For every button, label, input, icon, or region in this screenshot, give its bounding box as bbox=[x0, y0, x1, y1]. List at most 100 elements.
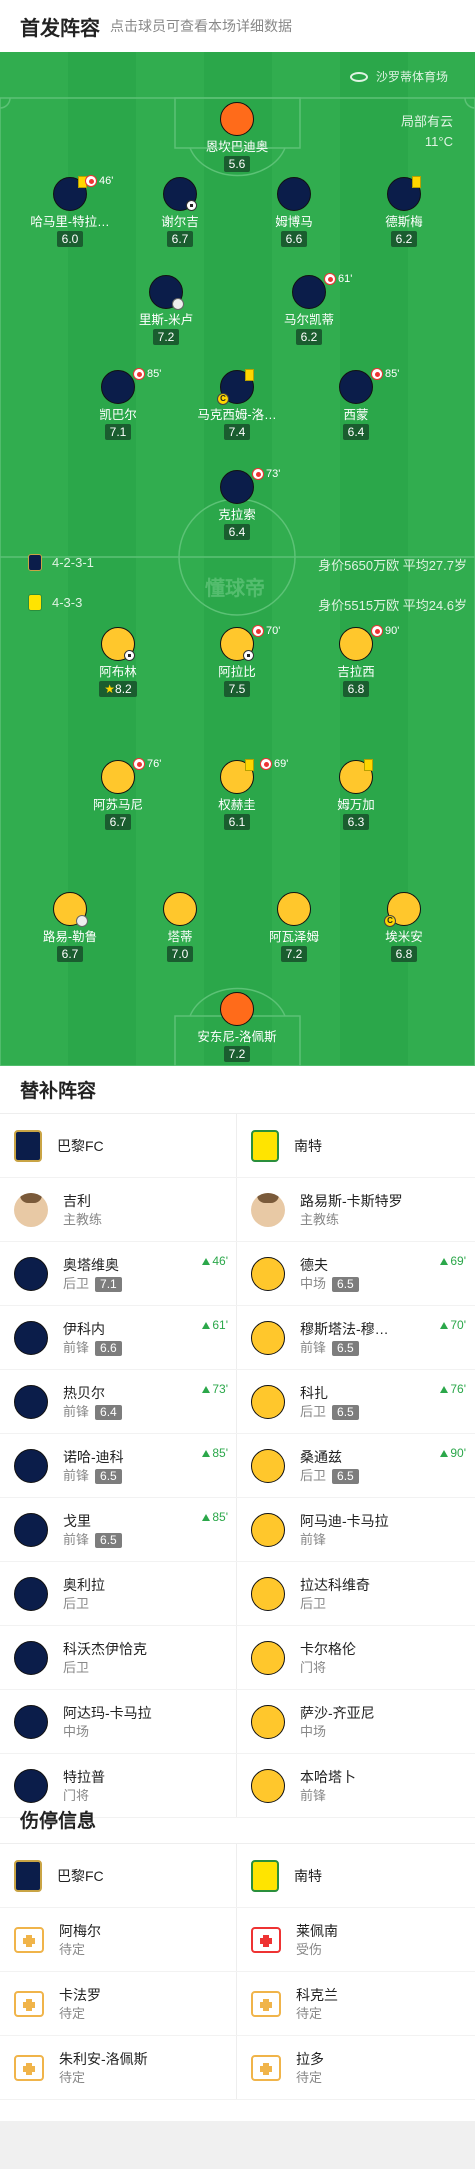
sub-name: 拉达科维奇 bbox=[300, 1576, 370, 1593]
coach-item[interactable]: 吉利 主教练 bbox=[0, 1178, 237, 1241]
home-sub-item[interactable]: 奥塔维奥后卫 7.1 46' bbox=[0, 1242, 237, 1305]
player-card[interactable]: 姆博马 6.6 bbox=[239, 177, 349, 248]
coach-avatar bbox=[14, 1192, 48, 1227]
sub-position: 后卫 7.1 bbox=[63, 1275, 122, 1293]
home-sub-item[interactable]: 戈里 前锋 6.5 85' bbox=[0, 1498, 237, 1561]
player-card[interactable]: 70' 阿拉比 7.5 bbox=[182, 625, 292, 698]
injury-item[interactable]: 阿梅尔 待定 bbox=[0, 1908, 237, 1971]
player-card[interactable]: 路易-勒鲁 6.7 bbox=[15, 892, 125, 963]
away-sub-item[interactable]: 拉达科维奇 后卫 bbox=[237, 1562, 474, 1625]
sub-pos: 后卫 bbox=[300, 1403, 327, 1419]
player-rating: ★8.2 bbox=[99, 681, 137, 697]
sub-off-marker: 76' bbox=[133, 758, 161, 770]
injury-item[interactable]: 卡法罗 待定 bbox=[0, 1972, 237, 2035]
away-crest-icon bbox=[251, 1859, 279, 1892]
injured-player-name: 朱利安-洛佩斯 bbox=[59, 2050, 148, 2067]
venue: 沙罗蒂体育场 bbox=[350, 68, 448, 85]
player-avatar bbox=[251, 1256, 285, 1291]
player-avatar bbox=[14, 1576, 48, 1611]
player-card[interactable]: C 埃米安 6.8 bbox=[349, 892, 459, 963]
player-card[interactable]: 85' 凯巴尔 7.1 bbox=[63, 368, 173, 441]
player-card[interactable]: 阿布林 ★8.2 bbox=[63, 627, 173, 698]
home-sub-item[interactable]: 诺哈-迪科 前锋 6.5 85' bbox=[0, 1434, 237, 1497]
player-card[interactable]: 安东尼-洛佩斯 7.2 bbox=[182, 992, 292, 1063]
player-card[interactable]: 69' 权赫圭 6.1 bbox=[182, 758, 292, 831]
player-card[interactable]: 德斯梅 6.2 bbox=[349, 176, 459, 248]
goal-ball-icon bbox=[186, 200, 197, 211]
player-card[interactable]: 谢尔吉 6.7 bbox=[125, 177, 235, 248]
home-sub-item[interactable]: 热贝尔 前锋 6.4 73' bbox=[0, 1370, 237, 1433]
player-card[interactable]: C 马克西姆-洛… 7.4 bbox=[182, 369, 292, 441]
player-card[interactable]: 85' 西蒙 6.4 bbox=[301, 368, 411, 441]
sub-on-minute: 46' bbox=[202, 1254, 228, 1268]
away-team-header[interactable]: 南特 bbox=[237, 1114, 474, 1177]
player-avatar bbox=[163, 892, 197, 926]
player-card[interactable]: 阿瓦泽姆 7.2 bbox=[239, 892, 349, 963]
home-team-header[interactable]: 巴黎FC bbox=[0, 1114, 237, 1177]
sub-position: 后卫 6.5 bbox=[300, 1403, 359, 1421]
player-rating: 6.7 bbox=[104, 814, 132, 830]
injury-status: 待定 bbox=[59, 1941, 86, 1957]
player-card[interactable]: 里斯-米卢 7.2 bbox=[111, 275, 221, 346]
player-card[interactable]: 90' 吉拉西 6.8 bbox=[301, 625, 411, 698]
home-sub-item[interactable]: 伊科内 前锋 6.6 61' bbox=[0, 1306, 237, 1369]
away-sub-item[interactable]: 德夫 中场 6.5 69' bbox=[237, 1242, 474, 1305]
sub-rating: 6.6 bbox=[95, 1340, 122, 1356]
injury-status: 待定 bbox=[296, 2069, 323, 2085]
player-card[interactable]: 塔蒂 7.0 bbox=[125, 892, 235, 963]
sub-pos: 门将 bbox=[300, 1659, 327, 1675]
weather-condition: 局部有云 bbox=[400, 114, 453, 129]
sub-name: 本哈塔卜 bbox=[300, 1768, 356, 1785]
sub-rating: 6.5 bbox=[95, 1468, 122, 1484]
player-card[interactable]: 恩坎巴迪奥 5.6 bbox=[182, 102, 292, 173]
home-sub-item[interactable]: 奥利拉 后卫 bbox=[0, 1562, 237, 1625]
away-sub-item[interactable]: 桑通兹 后卫 6.5 90' bbox=[237, 1434, 474, 1497]
sub-rating: 6.5 bbox=[95, 1532, 122, 1548]
player-card[interactable]: 73' 克拉索 6.4 bbox=[182, 468, 292, 541]
home-sub-item[interactable]: 科沃杰伊恰克 后卫 bbox=[0, 1626, 237, 1689]
sub-on-minute: 61' bbox=[202, 1318, 228, 1332]
sub-name: 戈里 bbox=[63, 1512, 91, 1529]
player-rating: 6.7 bbox=[166, 231, 194, 247]
sub-minute: 73' bbox=[266, 468, 281, 480]
player-card[interactable]: 46' 哈马里-特拉… 6.0 bbox=[15, 175, 125, 248]
away-sub-item[interactable]: 卡尔格伦 门将 bbox=[237, 1626, 474, 1689]
away-sub-item[interactable]: 阿马迪-卡马拉 前锋 bbox=[237, 1498, 474, 1561]
player-name: 恩坎巴迪奥 bbox=[205, 140, 269, 154]
injured-player-name: 科克兰 bbox=[296, 1986, 338, 2003]
home-crest-icon bbox=[14, 1129, 42, 1162]
away-sub-item[interactable]: 穆斯塔法-穆… 前锋 6.5 70' bbox=[237, 1306, 474, 1369]
injury-item[interactable]: 莱佩南 受伤 bbox=[237, 1908, 474, 1971]
sub-off-icon bbox=[85, 175, 97, 187]
injury-item[interactable]: 拉多 待定 bbox=[237, 2036, 474, 2099]
team-name: 南特 bbox=[294, 1137, 322, 1154]
yellow-card-icon bbox=[412, 176, 421, 188]
injury-item[interactable]: 朱利安-洛佩斯 待定 bbox=[0, 2036, 237, 2099]
sub-name: 诺哈-迪科 bbox=[63, 1448, 124, 1465]
coach-item[interactable]: 路易斯-卡斯特罗 主教练 bbox=[237, 1178, 474, 1241]
away-crest-icon bbox=[251, 1129, 279, 1162]
injury-status: 待定 bbox=[59, 2069, 86, 2085]
player-avatar bbox=[220, 627, 254, 661]
player-card[interactable]: 姆万加 6.3 bbox=[301, 759, 411, 831]
player-card[interactable]: 61' 马尔凯蒂 6.2 bbox=[254, 273, 364, 346]
player-rating: 6.3 bbox=[342, 814, 370, 830]
injury-item[interactable]: 科克兰 待定 bbox=[237, 1972, 474, 2035]
away-sub-item[interactable]: 萨沙-齐亚尼 中场 bbox=[237, 1690, 474, 1753]
coach-role: 主教练 bbox=[300, 1211, 340, 1227]
injured-player-name: 莱佩南 bbox=[296, 1922, 338, 1939]
sub-name: 奥塔维奥 bbox=[63, 1256, 119, 1273]
team-name: 南特 bbox=[294, 1867, 322, 1884]
away-team-header[interactable]: 南特 bbox=[237, 1844, 474, 1907]
player-card[interactable]: 76' 阿苏马尼 6.7 bbox=[63, 758, 173, 831]
player-avatar bbox=[251, 1704, 285, 1739]
player-avatar bbox=[14, 1640, 48, 1675]
home-team-header[interactable]: 巴黎FC bbox=[0, 1844, 237, 1907]
away-sub-item[interactable]: 科扎 后卫 6.5 76' bbox=[237, 1370, 474, 1433]
lineup-title: 首发阵容 bbox=[20, 17, 100, 40]
player-avatar bbox=[101, 627, 135, 661]
away-team-summary: 4-3-3 身价5515万欧 平均24.6岁 bbox=[0, 592, 475, 614]
player-avatar bbox=[292, 275, 326, 309]
home-sub-item[interactable]: 阿达玛-卡马拉 中场 bbox=[0, 1690, 237, 1753]
star-icon: ★ bbox=[104, 682, 116, 696]
